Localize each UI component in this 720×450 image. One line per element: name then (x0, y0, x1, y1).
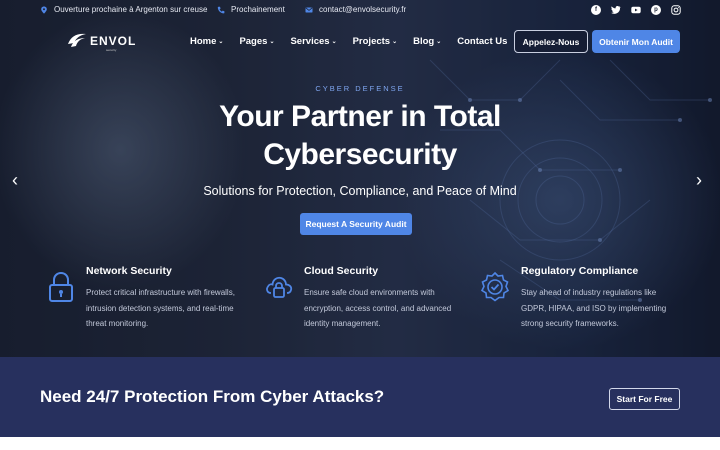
logo[interactable]: ENVOL security (66, 30, 136, 52)
chevron-down-icon: ⌄ (269, 39, 275, 45)
chevron-down-icon: ⌄ (331, 39, 337, 45)
feature-regulatory-compliance: Regulatory Compliance Stay ahead of indu… (480, 265, 720, 332)
feature-cloud-security: Cloud Security Ensure safe cloud environ… (266, 265, 504, 332)
cloud-lock-icon (266, 276, 293, 298)
chevron-down-icon: ⌄ (436, 39, 442, 45)
band-heading: Need 24/7 Protection From Cyber Attacks? (40, 387, 385, 406)
hero-eyebrow: CYBER DEFENSE (315, 84, 405, 93)
call-us-button[interactable]: Appelez-Nous (514, 30, 588, 53)
page-bottom (0, 437, 720, 450)
wing-logo-icon (68, 33, 86, 47)
top-bar: Ouverture prochaine à Argenton sur creus… (0, 0, 720, 22)
email-info[interactable]: contact@envolsecurity.fr (305, 5, 406, 14)
phone-text: Prochainement (231, 5, 285, 14)
slider-next-arrow-icon[interactable]: › (696, 170, 702, 191)
social-links: f p (591, 5, 681, 15)
slider-prev-arrow-icon[interactable]: ‹ (12, 170, 18, 191)
youtube-icon[interactable] (631, 5, 641, 15)
logo-text: ENVOL (90, 34, 137, 48)
feature-title: Network Security (86, 265, 172, 277)
hero-section: Ouverture prochaine à Argenton sur creus… (0, 0, 720, 357)
phone-info: Prochainement (217, 5, 285, 14)
nav-item-blog[interactable]: Blog ⌄ (413, 36, 441, 47)
twitter-icon[interactable] (611, 5, 621, 15)
badge-check-icon (480, 271, 510, 302)
feature-title: Regulatory Compliance (521, 265, 639, 277)
feature-title: Cloud Security (304, 265, 379, 277)
nav-menu: Home ⌄ Pages ⌄ Services ⌄ Projects ⌄ Blog ⌄ C… (190, 36, 523, 47)
email-text[interactable]: contact@envolsecurity.fr (319, 5, 406, 14)
feature-description: Ensure safe cloud environments with encr… (304, 288, 452, 328)
start-for-free-button[interactable]: Start For Free (609, 388, 680, 410)
nav-item-services[interactable]: Services ⌄ (290, 36, 336, 47)
instagram-icon[interactable] (671, 5, 681, 15)
main-nav: ENVOL security Home ⌄ Pages ⌄ Services ⌄ Pr… (0, 22, 720, 62)
chevron-down-icon: ⌄ (392, 39, 398, 45)
address-text: Ouverture prochaine à Argenton sur creus… (54, 5, 208, 14)
chevron-down-icon: ⌄ (218, 39, 224, 45)
feature-description: Protect critical infrastructure with fir… (86, 288, 235, 328)
get-audit-button[interactable]: Obtenir Mon Audit (592, 30, 680, 53)
address-info: Ouverture prochaine à Argenton sur creus… (40, 5, 207, 14)
padlock-icon (49, 271, 73, 302)
nav-item-contact[interactable]: Contact Us (457, 36, 507, 47)
nav-item-home[interactable]: Home ⌄ (190, 36, 223, 47)
phone-icon (217, 6, 225, 13)
envelope-icon (305, 7, 313, 12)
request-audit-button[interactable]: Request A Security Audit (300, 213, 412, 235)
logo-subtext: security (106, 48, 117, 52)
nav-item-projects[interactable]: Projects ⌄ (353, 36, 398, 47)
hero-title: Your Partner in Total Cybersecurity (219, 100, 501, 171)
feature-network-security: Network Security Protect critical infras… (49, 265, 286, 332)
hero-subtitle: Solutions for Protection, Compliance, an… (203, 184, 517, 198)
nav-item-pages[interactable]: Pages ⌄ (239, 36, 274, 47)
location-pin-icon (41, 6, 47, 14)
pinterest-icon[interactable]: p (651, 5, 661, 15)
protection-cta-band: Need 24/7 Protection From Cyber Attacks?… (0, 357, 720, 437)
facebook-icon[interactable]: f (591, 5, 601, 15)
feature-description: Stay ahead of industry regulations like … (521, 288, 667, 328)
